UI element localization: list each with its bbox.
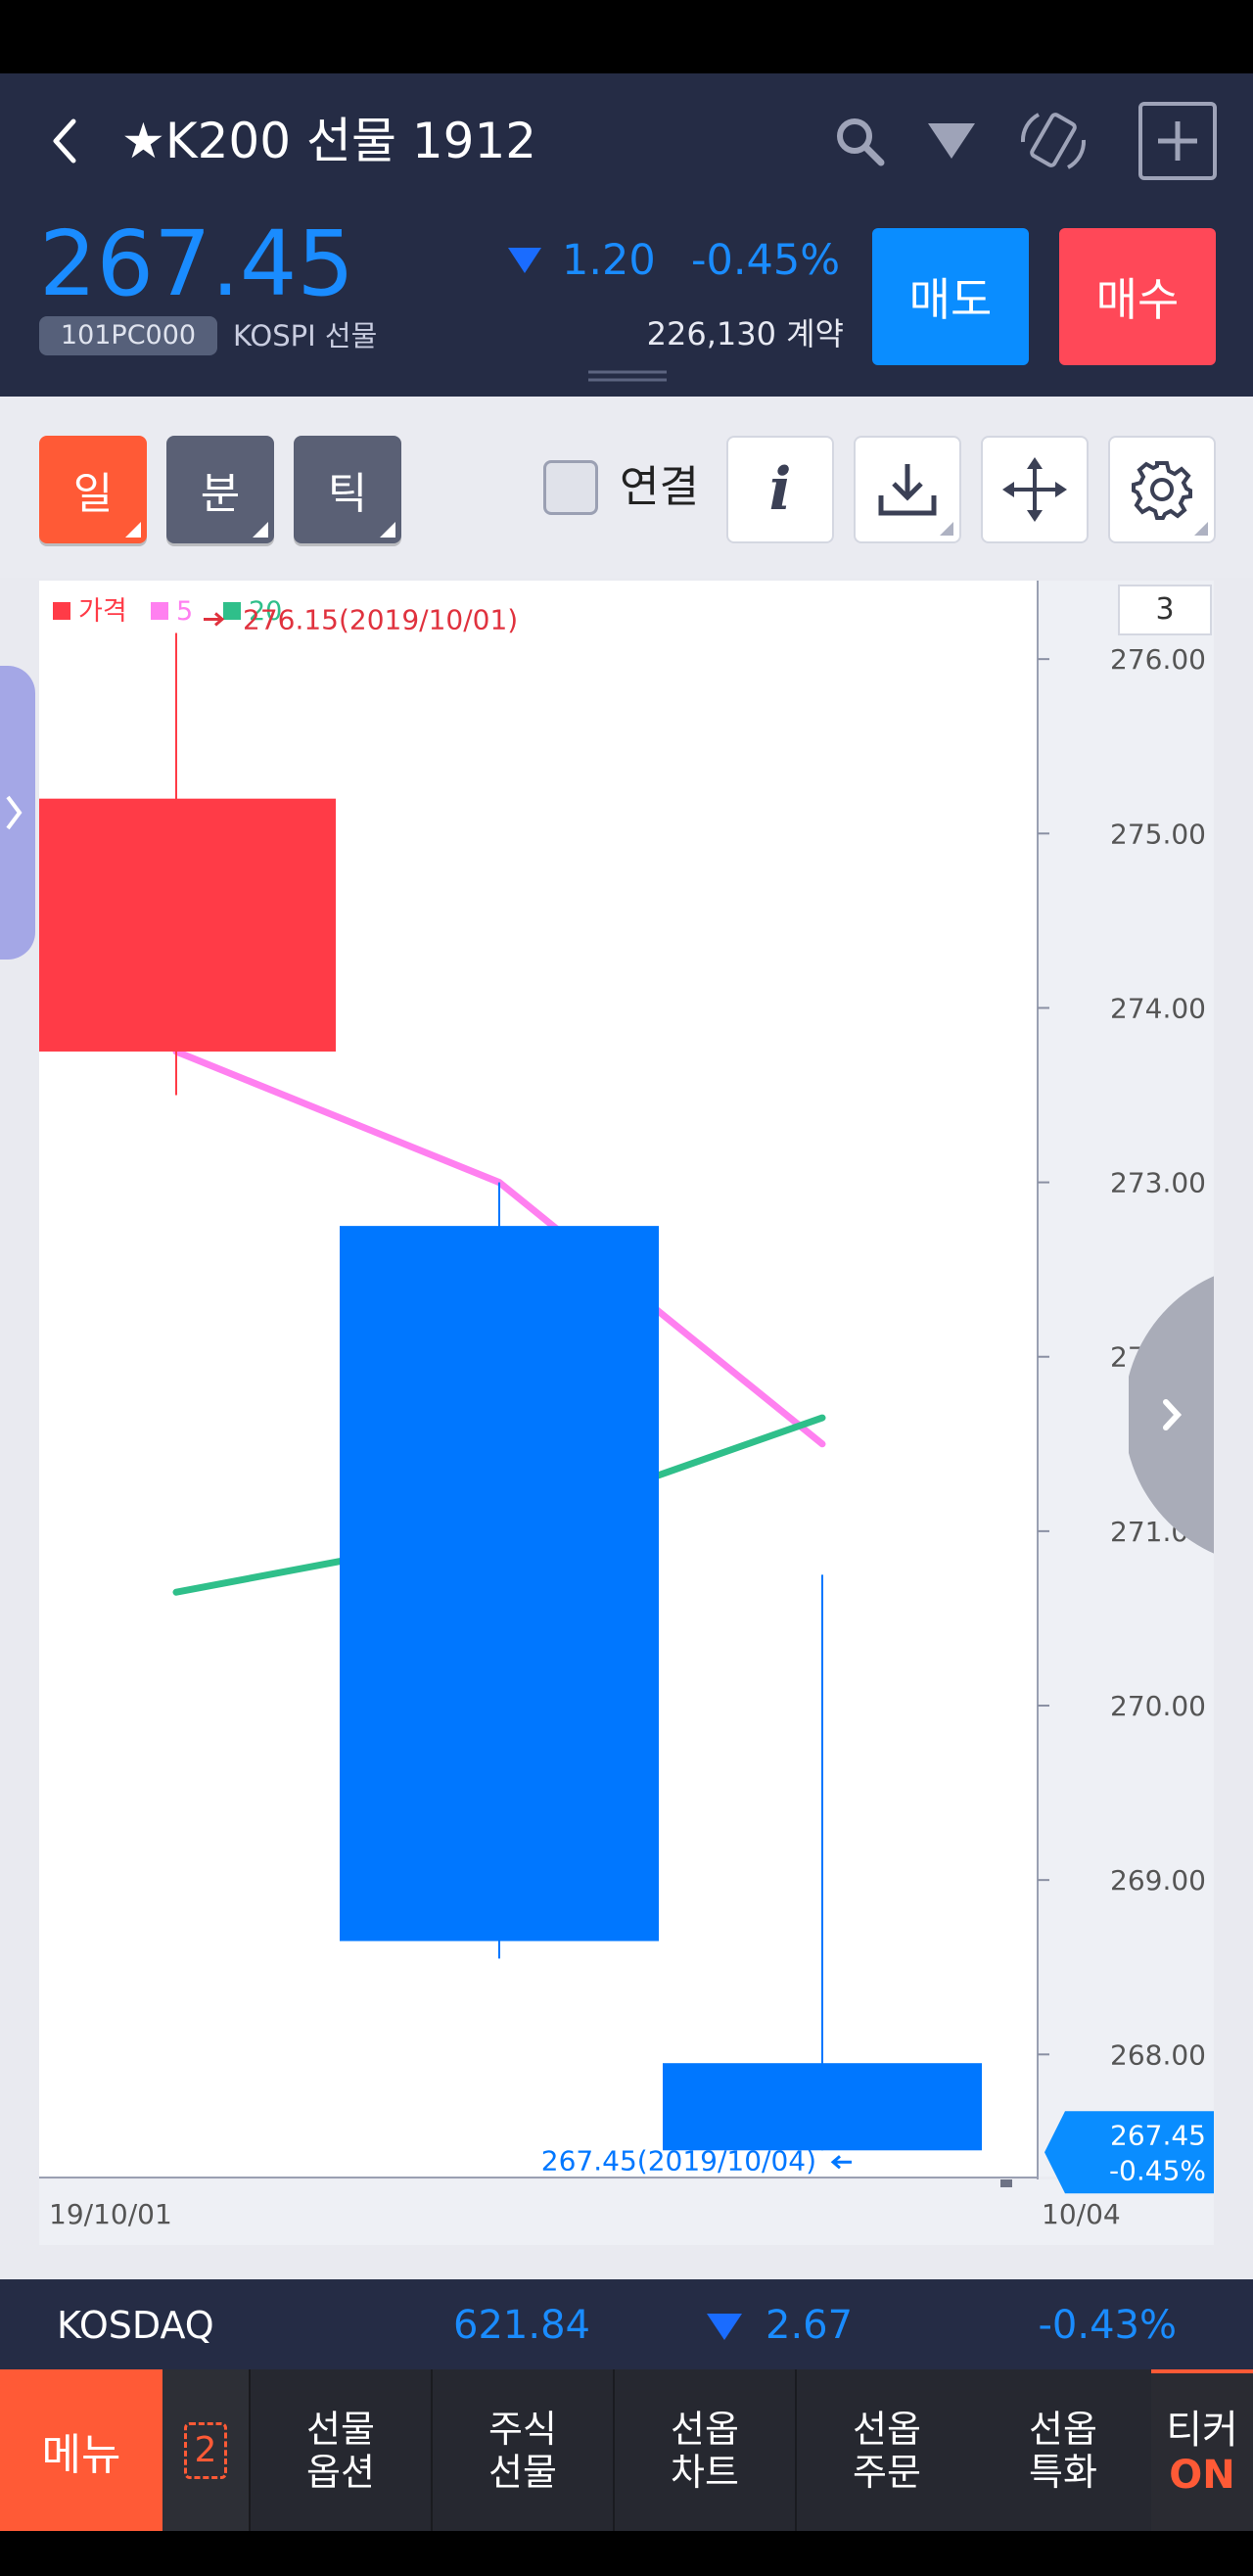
- change-value: 1.20: [562, 236, 656, 285]
- info-button[interactable]: i: [726, 436, 834, 543]
- nav-item-line2: 주문: [853, 2450, 921, 2494]
- page-title[interactable]: ★K200 선물 1912: [121, 102, 536, 180]
- legend-swatch: [53, 602, 70, 620]
- trade-volume: 226,130 계약: [646, 315, 844, 352]
- ticker-toggle-button[interactable]: 티커 ON: [1151, 2369, 1253, 2531]
- period-tick-label: 틱: [327, 469, 368, 519]
- link-checkbox[interactable]: [543, 460, 598, 515]
- nav-item-line2: 차트: [671, 2450, 739, 2494]
- nav-futures-options[interactable]: 선물 옵션: [251, 2369, 431, 2531]
- nav-item-line1: 주식: [488, 2407, 557, 2451]
- nav-item-line2: 특화: [1029, 2450, 1097, 2494]
- nav-fo-special[interactable]: 선옵 특화: [975, 2369, 1151, 2531]
- nav-item-line2: 선물: [488, 2450, 557, 2494]
- candle-body: [39, 798, 336, 1052]
- nav-item-line1: 선물: [306, 2407, 375, 2451]
- legend-swatch: [151, 602, 168, 620]
- gear-icon: [1132, 461, 1192, 520]
- period-day-label: 일: [72, 469, 114, 519]
- buy-button[interactable]: 매수: [1059, 228, 1216, 365]
- y-tick-label: 269.00: [1110, 1864, 1206, 1897]
- download-button[interactable]: [854, 436, 961, 543]
- legend-swatch: [223, 602, 241, 620]
- low-price-annotation: 267.45(2019/10/04): [541, 2144, 816, 2177]
- market-label: KOSPI 선물: [233, 319, 378, 352]
- screen-count-icon: 2: [184, 2421, 227, 2479]
- search-icon[interactable]: [828, 110, 891, 172]
- move-icon: [1002, 457, 1067, 522]
- x-start-label: 19/10/01: [49, 2198, 172, 2230]
- candle-body: [340, 1226, 659, 1942]
- period-day-button[interactable]: 일: [39, 436, 147, 543]
- x-end-label: 10/04: [1042, 2198, 1121, 2230]
- nav-fo-chart[interactable]: 선옵 차트: [615, 2369, 795, 2531]
- high-price-annotation: 276.15(2019/10/01): [243, 603, 518, 635]
- y-tick-label: 270.00: [1110, 1690, 1206, 1722]
- nav-item-line1: 선옵: [671, 2407, 739, 2451]
- left-panel-toggle[interactable]: [0, 666, 35, 960]
- status-bar: [0, 0, 1253, 73]
- y-tick-label: 276.00: [1110, 643, 1206, 676]
- nav-fo-order[interactable]: 선옵 주문: [797, 2369, 977, 2531]
- dropdown-triangle-icon[interactable]: [920, 110, 983, 172]
- ticker-percent: -0.43%: [1038, 2303, 1177, 2348]
- ticker-value: 621.84: [453, 2303, 590, 2348]
- ticker-change: 2.67: [766, 2303, 854, 2348]
- y-tick-label: 268.00: [1110, 2038, 1206, 2071]
- period-minute-label: 분: [200, 469, 241, 519]
- nav-item-line1: 선옵: [1029, 2407, 1097, 2451]
- current-price: 267.45: [39, 211, 354, 316]
- y-tick-label: 274.00: [1110, 992, 1206, 1024]
- link-label: 연결: [620, 462, 699, 512]
- legend-label: 가격: [78, 596, 127, 627]
- instrument-code-badge: 101PC000: [39, 316, 217, 355]
- legend-label: 5: [176, 596, 193, 627]
- sell-button[interactable]: 매도: [872, 228, 1029, 365]
- change-percent: -0.45%: [691, 236, 841, 285]
- system-nav-bar: [0, 2531, 1253, 2576]
- candlestick-chart[interactable]: 가격520 276.00275.00274.00273.00272.00271.…: [39, 581, 1214, 2245]
- menu-button[interactable]: 메뉴: [0, 2369, 162, 2531]
- nav-item-line1: 선옵: [853, 2407, 921, 2451]
- nav-stock-futures[interactable]: 주식 선물: [433, 2369, 613, 2531]
- download-icon: [878, 464, 937, 516]
- down-arrow-icon: [707, 2314, 742, 2340]
- nav-item-line2: 옵션: [306, 2450, 375, 2494]
- back-icon[interactable]: [45, 110, 84, 172]
- right-panel-toggle[interactable]: [1129, 1263, 1214, 1567]
- period-minute-button[interactable]: 분: [166, 436, 274, 543]
- move-button[interactable]: [981, 436, 1089, 543]
- zoom-count-badge[interactable]: 3: [1118, 585, 1212, 635]
- ticker-toggle-state: ON: [1169, 2452, 1235, 2498]
- candle-body: [663, 2063, 982, 2151]
- ticker-name: KOSDAQ: [57, 2304, 214, 2347]
- ticker-toggle-label: 티커: [1166, 2407, 1238, 2453]
- period-tick-button[interactable]: 틱: [294, 436, 401, 543]
- screen-count-button[interactable]: 2: [162, 2369, 249, 2531]
- rotate-screen-icon[interactable]: [1014, 102, 1092, 180]
- add-icon[interactable]: [1138, 102, 1217, 180]
- current-price-label: 267.45: [1110, 2119, 1206, 2151]
- drag-handle[interactable]: [588, 368, 667, 382]
- y-tick-label: 273.00: [1110, 1167, 1206, 1199]
- current-change-label: -0.45%: [1109, 2154, 1206, 2186]
- info-icon: i: [768, 455, 792, 524]
- settings-button[interactable]: [1108, 436, 1216, 543]
- y-tick-label: 275.00: [1110, 818, 1206, 850]
- down-arrow-icon: [508, 248, 541, 273]
